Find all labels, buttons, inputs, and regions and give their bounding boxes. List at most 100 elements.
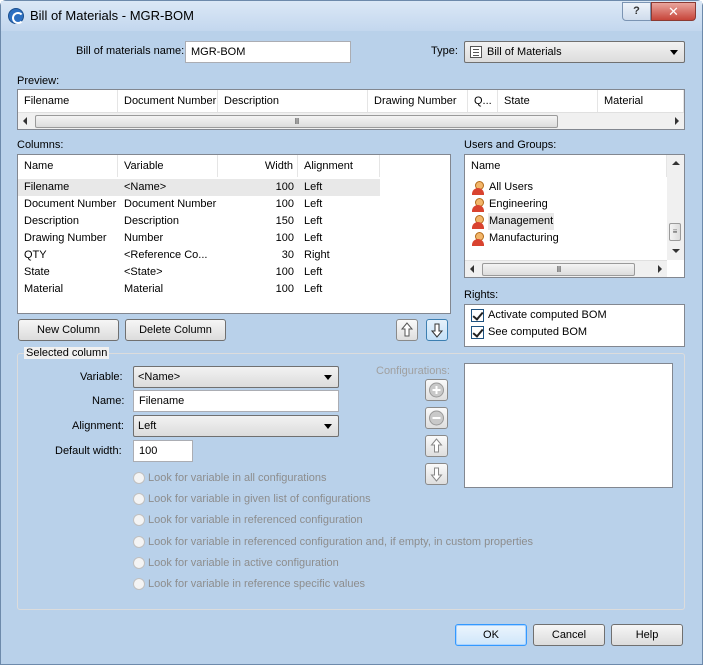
- users-hscrollbar[interactable]: III: [465, 260, 667, 277]
- columns-cell-variable: Description: [124, 215, 180, 227]
- users-vscrollbar[interactable]: ≡: [667, 155, 684, 260]
- configurations-label: Configurations:: [376, 365, 450, 377]
- name-input[interactable]: Filename: [133, 390, 339, 412]
- columns-row[interactable]: QTY <Reference Co... 30 Right: [18, 247, 380, 264]
- variable-lookup-radio[interactable]: [133, 535, 145, 548]
- bom-name-label: Bill of materials name:: [76, 45, 185, 57]
- columns-cell-variable: <State>: [124, 266, 163, 278]
- user-group-item[interactable]: Engineering: [469, 196, 665, 213]
- preview-col-description[interactable]: Description: [218, 90, 368, 112]
- scroll-right-icon[interactable]: [658, 265, 662, 273]
- see-bom-checkbox[interactable]: [471, 326, 484, 339]
- close-icon[interactable]: ✕: [651, 2, 696, 21]
- columns-col-alignment[interactable]: Alignment: [298, 155, 380, 177]
- preview-col-state[interactable]: State: [498, 90, 598, 112]
- default-width-input[interactable]: 100: [133, 440, 193, 462]
- activate-bom-label: Activate computed BOM: [488, 309, 607, 321]
- scroll-up-icon[interactable]: [672, 161, 680, 165]
- activate-bom-checkbox[interactable]: [471, 309, 484, 322]
- columns-row[interactable]: Description Description 150 Left: [18, 213, 380, 230]
- user-group-item[interactable]: All Users: [469, 179, 665, 196]
- user-group-icon: [471, 198, 485, 212]
- user-group-label: Management: [488, 213, 555, 230]
- users-vscroll-thumb[interactable]: ≡: [669, 223, 681, 241]
- variable-lookup-label: Look for variable in referenced configur…: [148, 514, 363, 527]
- arrow-up-icon: [400, 322, 414, 337]
- delete-column-button[interactable]: Delete Column: [125, 319, 226, 341]
- preview-scroll-thumb[interactable]: III: [35, 115, 558, 128]
- arrow-down-icon: [430, 467, 443, 482]
- cancel-button[interactable]: Cancel: [533, 624, 605, 646]
- preview-col-material[interactable]: Material: [598, 90, 684, 112]
- columns-row[interactable]: Drawing Number Number 100 Left: [18, 230, 380, 247]
- configurations-list[interactable]: [464, 363, 673, 488]
- name-label: Name:: [92, 395, 125, 407]
- move-up-button[interactable]: [396, 319, 418, 341]
- columns-cell-width: 150: [275, 215, 294, 227]
- bom-table-icon: [470, 46, 482, 58]
- configuration-up-button[interactable]: [425, 435, 448, 457]
- new-column-button[interactable]: New Column: [18, 319, 119, 341]
- variable-lookup-radio[interactable]: [133, 556, 145, 569]
- help-caption-button[interactable]: ?: [622, 2, 651, 21]
- preview-col-document-number[interactable]: Document Number: [118, 90, 218, 112]
- columns-cell-alignment: Left: [304, 215, 323, 227]
- type-select[interactable]: Bill of Materials: [464, 41, 685, 63]
- variable-select[interactable]: <Name>: [133, 366, 339, 388]
- columns-label: Columns:: [17, 139, 64, 151]
- columns-cell-name: QTY: [24, 249, 47, 261]
- columns-col-variable[interactable]: Variable: [118, 155, 218, 177]
- columns-row[interactable]: Filename <Name> 100 Left: [18, 179, 380, 196]
- preview-grid[interactable]: Filename Document Number Description Dra…: [17, 89, 685, 130]
- users-hscroll-thumb[interactable]: III: [482, 263, 635, 276]
- title-bar[interactable]: Bill of Materials - MGR-BOM ? ✕: [1, 1, 702, 31]
- columns-cell-alignment: Left: [304, 266, 323, 278]
- variable-lookup-radio[interactable]: [133, 472, 145, 484]
- move-down-button[interactable]: [426, 319, 448, 341]
- minus-icon: [429, 410, 444, 426]
- alignment-select[interactable]: Left: [133, 415, 339, 437]
- users-groups-label: Users and Groups:: [464, 139, 557, 151]
- user-group-item[interactable]: Management: [469, 213, 665, 230]
- columns-list[interactable]: Name Variable Width Alignment Filename <N…: [17, 154, 451, 314]
- variable-label: Variable:: [80, 371, 123, 383]
- bom-name-input[interactable]: MGR-BOM: [185, 41, 351, 63]
- columns-row[interactable]: Document Number Document Number 100 Left: [18, 196, 380, 213]
- scroll-left-icon[interactable]: [23, 117, 27, 125]
- selected-column-label: Selected column: [24, 347, 110, 359]
- columns-row[interactable]: State <State> 100 Left: [18, 264, 380, 281]
- app-logo-icon: [8, 8, 24, 24]
- user-group-icon: [471, 181, 485, 195]
- columns-row[interactable]: Material Material 100 Left: [18, 281, 380, 298]
- preview-hscrollbar[interactable]: III: [18, 112, 684, 129]
- columns-cell-width: 100: [275, 232, 294, 244]
- columns-cell-name: Material: [24, 283, 64, 295]
- columns-cell-alignment: Left: [304, 181, 323, 193]
- columns-cell-name: State: [24, 266, 50, 278]
- arrow-down-icon: [430, 323, 444, 338]
- add-configuration-button[interactable]: [425, 379, 448, 401]
- preview-col-drawing-number[interactable]: Drawing Number: [368, 90, 468, 112]
- columns-col-width[interactable]: Width: [218, 155, 298, 177]
- scroll-right-icon[interactable]: [675, 117, 679, 125]
- variable-lookup-radio[interactable]: [133, 578, 145, 590]
- users-col-name[interactable]: Name: [465, 155, 667, 177]
- rights-list: Activate computed BOM See computed BOM: [464, 304, 685, 347]
- preview-col-qty[interactable]: Q...: [468, 90, 498, 112]
- alignment-label: Alignment:: [72, 420, 124, 432]
- remove-configuration-button[interactable]: [425, 407, 448, 429]
- ok-button[interactable]: OK: [455, 624, 527, 646]
- scroll-down-icon[interactable]: [672, 249, 680, 253]
- columns-col-name[interactable]: Name: [18, 155, 118, 177]
- columns-cell-alignment: Left: [304, 232, 323, 244]
- help-button[interactable]: Help: [611, 624, 683, 646]
- columns-cell-name: Description: [24, 215, 80, 227]
- scroll-left-icon[interactable]: [470, 265, 474, 273]
- columns-cell-width: 100: [275, 198, 294, 210]
- users-groups-list[interactable]: Name All Users Engineering Management Manuf…: [464, 154, 685, 278]
- configuration-down-button[interactable]: [425, 463, 448, 485]
- preview-col-filename[interactable]: Filename: [18, 90, 118, 112]
- chevron-down-icon: [670, 50, 678, 55]
- variable-value: <Name>: [138, 371, 181, 383]
- user-group-item[interactable]: Manufacturing: [469, 230, 665, 247]
